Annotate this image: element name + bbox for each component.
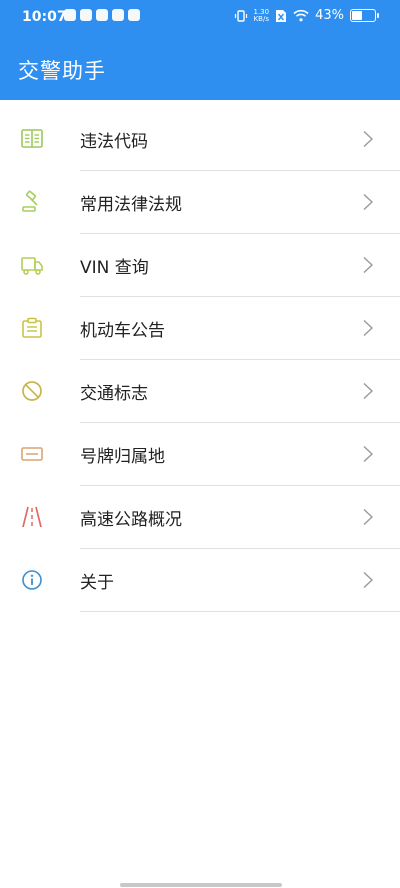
video-app-icon <box>112 9 124 21</box>
license-plate-icon <box>21 447 43 461</box>
menu-item-laws-regulations[interactable]: 常用法律法规 <box>0 171 400 234</box>
menu-item-highway-overview[interactable]: 高速公路概况 <box>0 486 400 549</box>
app-notification-icon <box>80 9 92 21</box>
wifi-icon <box>293 9 309 22</box>
status-bar: 10:07 1.30 KB/s 43% <box>0 0 400 36</box>
chevron-right-icon <box>363 571 374 589</box>
truck-icon <box>21 257 43 275</box>
tiktok-icon <box>64 9 76 21</box>
app-notification-icon <box>96 9 108 21</box>
menu-item-violation-codes[interactable]: 违法代码 <box>0 108 400 171</box>
net-speed: 1.30 KB/s <box>253 8 270 23</box>
chevron-right-icon <box>363 508 374 526</box>
chevron-right-icon <box>363 130 374 148</box>
mail-icon <box>128 9 140 21</box>
status-time: 10:07 <box>22 9 67 25</box>
menu-item-label: 常用法律法规 <box>80 195 182 215</box>
menu-item-label: 机动车公告 <box>80 321 165 341</box>
page-title: 交警助手 <box>18 59 106 83</box>
chevron-right-icon <box>363 193 374 211</box>
menu-item-label: 号牌归属地 <box>80 447 165 467</box>
battery-level <box>352 11 363 20</box>
chevron-right-icon <box>363 445 374 463</box>
menu-item-label: 关于 <box>80 573 114 593</box>
vibrate-icon <box>234 9 247 22</box>
feature-menu: 违法代码 常用法律法规 VIN 查询 机动车公告 交通标志 号牌归属地 高速公路… <box>0 108 400 612</box>
info-icon <box>22 570 42 590</box>
highway-icon <box>22 506 42 528</box>
gavel-icon <box>22 190 38 212</box>
menu-item-label: VIN 查询 <box>80 258 149 278</box>
menu-item-label: 交通标志 <box>80 384 148 404</box>
no-sim-icon <box>276 9 287 22</box>
status-right: 1.30 KB/s 43% <box>234 8 379 23</box>
menu-item-label: 违法代码 <box>80 132 148 152</box>
divider <box>80 611 400 612</box>
menu-item-vin-query[interactable]: VIN 查询 <box>0 234 400 297</box>
chevron-right-icon <box>363 382 374 400</box>
battery-icon <box>350 9 379 22</box>
clipboard-icon <box>22 317 42 338</box>
menu-item-label: 高速公路概况 <box>80 510 182 530</box>
net-speed-unit: KB/s <box>253 14 269 23</box>
chevron-right-icon <box>363 319 374 337</box>
app-header: 10:07 1.30 KB/s 43% 交警助手 <box>0 0 400 100</box>
battery-percent: 43% <box>315 8 344 23</box>
menu-item-plate-origin[interactable]: 号牌归属地 <box>0 423 400 486</box>
menu-item-vehicle-announcement[interactable]: 机动车公告 <box>0 297 400 360</box>
menu-item-about[interactable]: 关于 <box>0 549 400 612</box>
notification-icons <box>64 9 140 21</box>
chevron-right-icon <box>363 256 374 274</box>
prohibition-sign-icon <box>22 381 42 401</box>
book-icon <box>21 129 43 148</box>
home-indicator[interactable] <box>120 883 282 887</box>
menu-item-traffic-signs[interactable]: 交通标志 <box>0 360 400 423</box>
